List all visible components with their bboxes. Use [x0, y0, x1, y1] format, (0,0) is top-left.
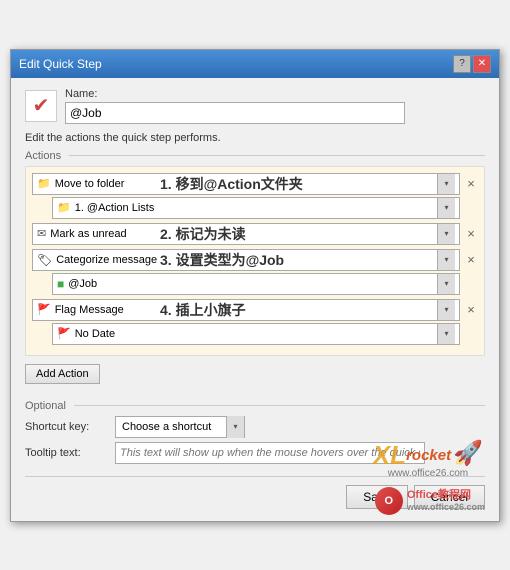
- sub-select-action-1: 📁 1. @Action Lists ▾: [52, 197, 460, 219]
- name-label: Name:: [65, 88, 405, 100]
- action-group-categorize: 🏷 Categorize message ▾ × 3. 设置类型为@Job ■: [32, 249, 478, 295]
- action-select-move-to-folder[interactable]: 📁 Move to folder ▾: [32, 173, 460, 195]
- check-icon: ✔: [33, 93, 50, 118]
- folder-icon-1: 📁: [37, 177, 51, 190]
- mail-icon-2: ✉: [37, 227, 46, 240]
- optional-section-label: Optional: [25, 400, 485, 412]
- dropdown-arrow-4[interactable]: ▾: [437, 300, 455, 320]
- name-row: ✔ Name:: [25, 88, 485, 124]
- cancel-button[interactable]: Cancel: [414, 485, 485, 509]
- action-select-mark-unread[interactable]: ✉ Mark as unread ▾: [32, 223, 460, 245]
- action-label-flag: Flag Message: [55, 304, 124, 316]
- actions-area: 📁 Move to folder ▾ × 1. 移到@Action文件夹 📁: [25, 166, 485, 356]
- action-row-mark-unread: ✉ Mark as unread ▾ × 2. 标记为未读: [32, 223, 478, 245]
- action-group-mark-unread: ✉ Mark as unread ▾ × 2. 标记为未读: [32, 223, 478, 245]
- shortcut-select[interactable]: Choose a shortcut ▾: [115, 416, 245, 438]
- optional-section: Optional Shortcut key: Choose a shortcut…: [25, 400, 485, 464]
- sub-select-box-3[interactable]: ■ @Job ▾: [52, 273, 460, 295]
- action-row-categorize: 🏷 Categorize message ▾ × 3. 设置类型为@Job: [32, 249, 478, 271]
- sub-flag-icon-4: 🚩: [57, 327, 71, 340]
- action-group-move-to-folder: 📁 Move to folder ▾ × 1. 移到@Action文件夹 📁: [32, 173, 478, 219]
- shortcut-dropdown-arrow[interactable]: ▾: [226, 416, 244, 438]
- dropdown-arrow-2[interactable]: ▾: [437, 224, 455, 244]
- action-label-move-to-folder: Move to folder: [55, 178, 125, 190]
- name-input[interactable]: [65, 102, 405, 124]
- action-select-inner: 📁 Move to folder: [37, 177, 124, 190]
- dialog-body: ✔ Name: Edit the actions the quick step …: [11, 78, 499, 521]
- sub-color-icon-3: ■: [57, 277, 64, 291]
- shortcut-key-label: Shortcut key:: [25, 421, 115, 433]
- help-button[interactable]: ?: [453, 55, 471, 73]
- categorize-icon-3: 🏷: [37, 253, 52, 267]
- sub-label-1: 1. @Action Lists: [75, 202, 155, 214]
- sub-label-3: @Job: [68, 278, 97, 290]
- flag-icon-4: 🚩: [37, 303, 51, 316]
- title-bar-buttons: ? ✕: [453, 55, 491, 73]
- remove-action-4[interactable]: ×: [464, 302, 478, 317]
- sub-select-action-4: 🚩 No Date ▾: [52, 323, 460, 345]
- action-row-move-to-folder: 📁 Move to folder ▾ × 1. 移到@Action文件夹: [32, 173, 478, 195]
- tooltip-row: Tooltip text:: [25, 442, 485, 464]
- sub-select-box-4[interactable]: 🚩 No Date ▾: [52, 323, 460, 345]
- add-action-button[interactable]: Add Action: [25, 364, 100, 384]
- add-action-row: Add Action: [25, 364, 485, 392]
- action-select-flag[interactable]: 🚩 Flag Message ▾: [32, 299, 460, 321]
- shortcut-value: Choose a shortcut: [116, 421, 226, 433]
- sub-inner-3: ■ @Job: [57, 277, 97, 291]
- action-select-inner-3: 🏷 Categorize message: [37, 253, 157, 267]
- sub-folder-icon-1: 📁: [57, 201, 71, 214]
- name-field-group: Name:: [65, 88, 405, 124]
- sub-select-box-1[interactable]: 📁 1. @Action Lists ▾: [52, 197, 460, 219]
- sub-dropdown-arrow-3[interactable]: ▾: [437, 274, 455, 294]
- action-label-mark-unread: Mark as unread: [50, 228, 126, 240]
- action-select-inner-4: 🚩 Flag Message: [37, 303, 124, 316]
- action-row-flag: 🚩 Flag Message ▾ × 4. 插上小旗子: [32, 299, 478, 321]
- sub-dropdown-arrow-4[interactable]: ▾: [437, 324, 455, 344]
- shortcut-row: Shortcut key: Choose a shortcut ▾: [25, 416, 485, 438]
- tooltip-label: Tooltip text:: [25, 447, 115, 459]
- footer-row: Save Cancel: [25, 476, 485, 509]
- remove-action-1[interactable]: ×: [464, 176, 478, 191]
- close-button[interactable]: ✕: [473, 55, 491, 73]
- sub-label-4: No Date: [75, 328, 115, 340]
- remove-action-3[interactable]: ×: [464, 252, 478, 267]
- edit-quick-step-dialog: Edit Quick Step ? ✕ ✔ Name: Edit the act…: [10, 49, 500, 522]
- sub-inner-1: 📁 1. @Action Lists: [57, 201, 154, 214]
- quick-step-icon: ✔: [25, 90, 57, 122]
- remove-action-2[interactable]: ×: [464, 226, 478, 241]
- sub-dropdown-arrow-1[interactable]: ▾: [437, 198, 455, 218]
- action-select-categorize[interactable]: 🏷 Categorize message ▾: [32, 249, 460, 271]
- edit-description: Edit the actions the quick step performs…: [25, 132, 485, 144]
- dropdown-arrow-3[interactable]: ▾: [437, 250, 455, 270]
- dialog-title: Edit Quick Step: [19, 57, 102, 71]
- action-group-flag: 🚩 Flag Message ▾ × 4. 插上小旗子 🚩 No D: [32, 299, 478, 345]
- sub-select-action-3: ■ @Job ▾: [52, 273, 460, 295]
- action-label-categorize: Categorize message: [56, 254, 157, 266]
- tooltip-input[interactable]: [115, 442, 425, 464]
- sub-inner-4: 🚩 No Date: [57, 327, 115, 340]
- title-bar: Edit Quick Step ? ✕: [11, 50, 499, 78]
- action-select-inner-2: ✉ Mark as unread: [37, 227, 127, 240]
- actions-section-label: Actions: [25, 150, 485, 162]
- save-button[interactable]: Save: [346, 485, 407, 509]
- dropdown-arrow-1[interactable]: ▾: [437, 174, 455, 194]
